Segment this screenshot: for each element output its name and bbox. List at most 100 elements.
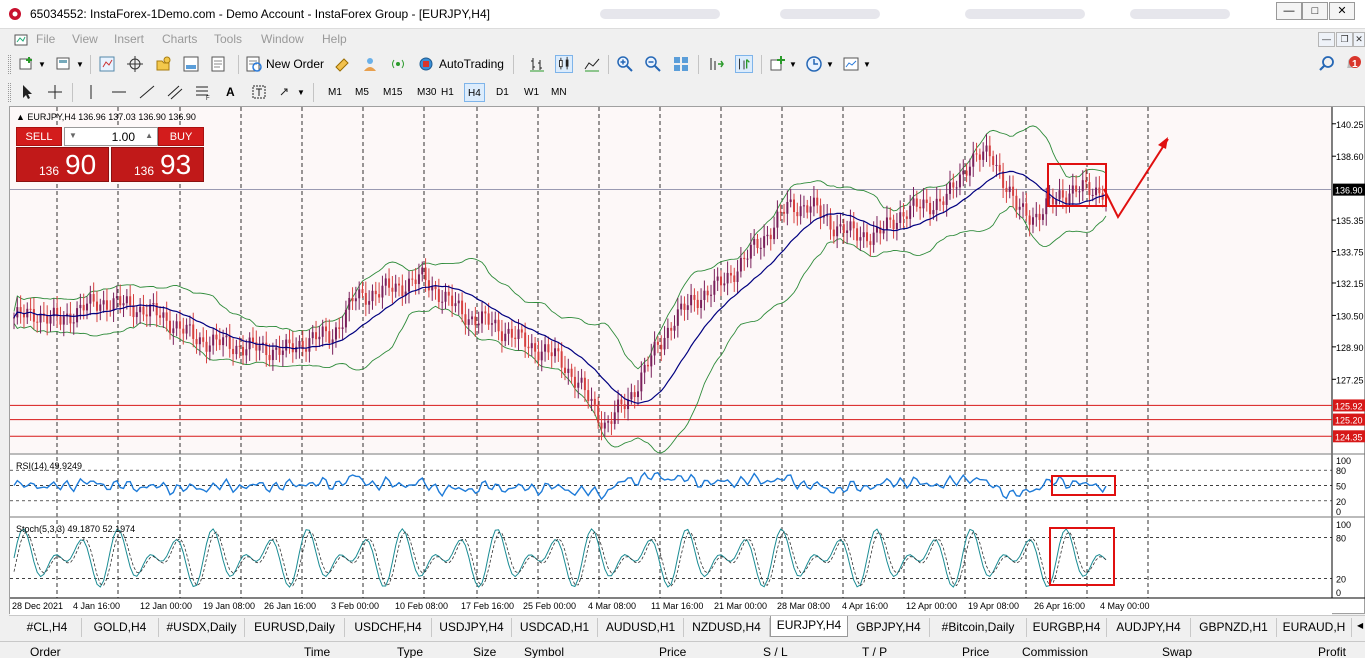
orders-column-header[interactable]: Profit: [1318, 645, 1346, 658]
symbol-tab[interactable]: EURUSD,Daily: [245, 618, 345, 637]
candlestick-chart-icon[interactable]: [555, 55, 573, 73]
timeframe-mn-button[interactable]: MN: [548, 83, 570, 102]
auto-scroll-icon[interactable]: [735, 55, 753, 73]
timeframe-d1-button[interactable]: D1: [493, 83, 512, 102]
vertical-line-icon[interactable]: [82, 83, 100, 101]
orders-column-header[interactable]: Order: [30, 645, 61, 658]
lot-decrease-icon[interactable]: ▼: [69, 131, 77, 140]
symbol-tab[interactable]: AUDUSD,H1: [598, 618, 684, 637]
meta-editor-icon[interactable]: [333, 55, 351, 73]
symbol-tab[interactable]: USDJPY,H4: [432, 618, 512, 637]
mdi-minimize-button[interactable]: —: [1318, 32, 1335, 47]
symbol-tab[interactable]: NZDUSD,H4: [684, 618, 770, 637]
menu-charts[interactable]: Charts: [162, 32, 197, 46]
symbol-tab[interactable]: USDCHF,H4: [345, 618, 432, 637]
timeframe-m15-button[interactable]: M15: [380, 83, 405, 102]
strategy-tester-icon[interactable]: [210, 55, 228, 73]
symbol-tab[interactable]: #CL,H4: [13, 618, 82, 637]
crosshair-icon[interactable]: [46, 83, 64, 101]
symbol-tab[interactable]: GBPNZD,H1: [1191, 618, 1277, 637]
timeframe-m30-button[interactable]: M30: [414, 83, 439, 102]
mdi-close-button[interactable]: ✕: [1353, 32, 1365, 47]
market-watch-icon[interactable]: [98, 55, 116, 73]
symbol-tab[interactable]: #Bitcoin,Daily: [930, 618, 1027, 637]
trendline-icon[interactable]: [138, 83, 156, 101]
horizontal-line-icon[interactable]: [110, 83, 128, 101]
new-chart-icon[interactable]: [18, 55, 36, 73]
new-order-icon[interactable]: [245, 55, 263, 73]
text-label-icon[interactable]: [250, 83, 268, 101]
minimize-button[interactable]: —: [1276, 2, 1302, 20]
sell-button[interactable]: SELL: [16, 127, 62, 146]
crosshair-move-icon[interactable]: [126, 55, 144, 73]
buy-button[interactable]: BUY: [158, 127, 204, 146]
timeframe-m1-button[interactable]: M1: [325, 83, 345, 102]
orders-column-header[interactable]: Swap: [1162, 645, 1192, 658]
fibonacci-icon[interactable]: F: [194, 83, 212, 101]
timeframe-h1-button[interactable]: H1: [438, 83, 457, 102]
mdi-restore-button[interactable]: ❐: [1336, 32, 1353, 47]
zoom-out-icon[interactable]: [644, 55, 662, 73]
maximize-button[interactable]: □: [1302, 2, 1328, 20]
templates-icon[interactable]: [842, 55, 860, 73]
orders-column-header[interactable]: Type: [397, 645, 423, 658]
close-button[interactable]: ✕: [1329, 2, 1355, 20]
orders-column-header[interactable]: T / P: [862, 645, 887, 658]
orders-column-header[interactable]: S / L: [763, 645, 788, 658]
indicators-icon[interactable]: [769, 55, 787, 73]
buy-price[interactable]: 136 93: [111, 147, 204, 182]
text-tool-icon[interactable]: A: [226, 83, 235, 102]
symbol-tab[interactable]: USDCAD,H1: [512, 618, 598, 637]
menu-help[interactable]: Help: [322, 32, 347, 46]
chevron-down-icon[interactable]: ▼: [826, 55, 834, 74]
timeframe-w1-button[interactable]: W1: [521, 83, 542, 102]
symbol-tab[interactable]: GOLD,H4: [82, 618, 159, 637]
lot-value[interactable]: 1.00: [85, 130, 135, 144]
chevron-down-icon[interactable]: ▼: [76, 55, 84, 74]
arrows-icon[interactable]: [278, 83, 296, 101]
timeframe-m5-button[interactable]: M5: [352, 83, 372, 102]
symbol-tab[interactable]: EURGBP,H4: [1027, 618, 1107, 637]
lot-increase-icon[interactable]: ▲: [145, 131, 153, 140]
equidistant-channel-icon[interactable]: [166, 83, 184, 101]
chevron-down-icon[interactable]: ▼: [38, 55, 46, 74]
line-chart-icon[interactable]: [583, 55, 601, 73]
price-chart[interactable]: 140.25 138.60 135.35 133.75 132.15 130.50 128.…: [10, 107, 1365, 615]
lot-size-field[interactable]: ▼ 1.00 ▲: [64, 127, 158, 146]
sell-price[interactable]: 136 90: [16, 147, 109, 182]
periods-clock-icon[interactable]: [805, 55, 823, 73]
menu-file[interactable]: File: [36, 32, 55, 46]
tile-windows-icon[interactable]: [672, 55, 690, 73]
orders-column-header[interactable]: Size: [473, 645, 496, 658]
chevron-down-icon[interactable]: ▼: [863, 55, 871, 74]
symbol-tab[interactable]: EURJPY,H4: [770, 616, 848, 637]
profiles-icon[interactable]: [55, 55, 73, 73]
timeframe-h4-button[interactable]: H4: [464, 83, 485, 102]
chevron-down-icon[interactable]: ▼: [789, 55, 797, 74]
cursor-icon[interactable]: [18, 83, 36, 101]
navigator-icon[interactable]: [154, 55, 172, 73]
terminal-icon[interactable]: [182, 55, 200, 73]
zoom-in-icon[interactable]: [616, 55, 634, 73]
tabs-scroll-left-icon[interactable]: ◀: [1357, 621, 1363, 630]
orders-column-header[interactable]: Time: [304, 645, 330, 658]
new-order-button[interactable]: New Order: [266, 55, 324, 74]
mql5-community-icon[interactable]: [361, 55, 379, 73]
menu-window[interactable]: Window: [261, 32, 304, 46]
symbol-tab[interactable]: GBPJPY,H4: [848, 618, 930, 637]
orders-column-header[interactable]: Price: [659, 645, 686, 658]
bar-chart-icon[interactable]: [528, 55, 546, 73]
menu-insert[interactable]: Insert: [114, 32, 144, 46]
menu-view[interactable]: View: [72, 32, 98, 46]
chart-window[interactable]: 140.25 138.60 135.35 133.75 132.15 130.50 128.…: [9, 106, 1365, 615]
menu-tools[interactable]: Tools: [214, 32, 242, 46]
auto-trading-button[interactable]: AutoTrading: [439, 55, 504, 74]
symbol-tab[interactable]: #USDX,Daily: [159, 618, 245, 637]
auto-trading-icon[interactable]: [417, 55, 435, 73]
orders-column-header[interactable]: Price: [962, 645, 989, 658]
chevron-down-icon[interactable]: ▼: [297, 83, 305, 102]
search-icon[interactable]: [1318, 55, 1336, 73]
symbol-tab[interactable]: AUDJPY,H4: [1107, 618, 1191, 637]
orders-column-header[interactable]: Commission: [1022, 645, 1088, 658]
chart-shift-icon[interactable]: [707, 55, 725, 73]
